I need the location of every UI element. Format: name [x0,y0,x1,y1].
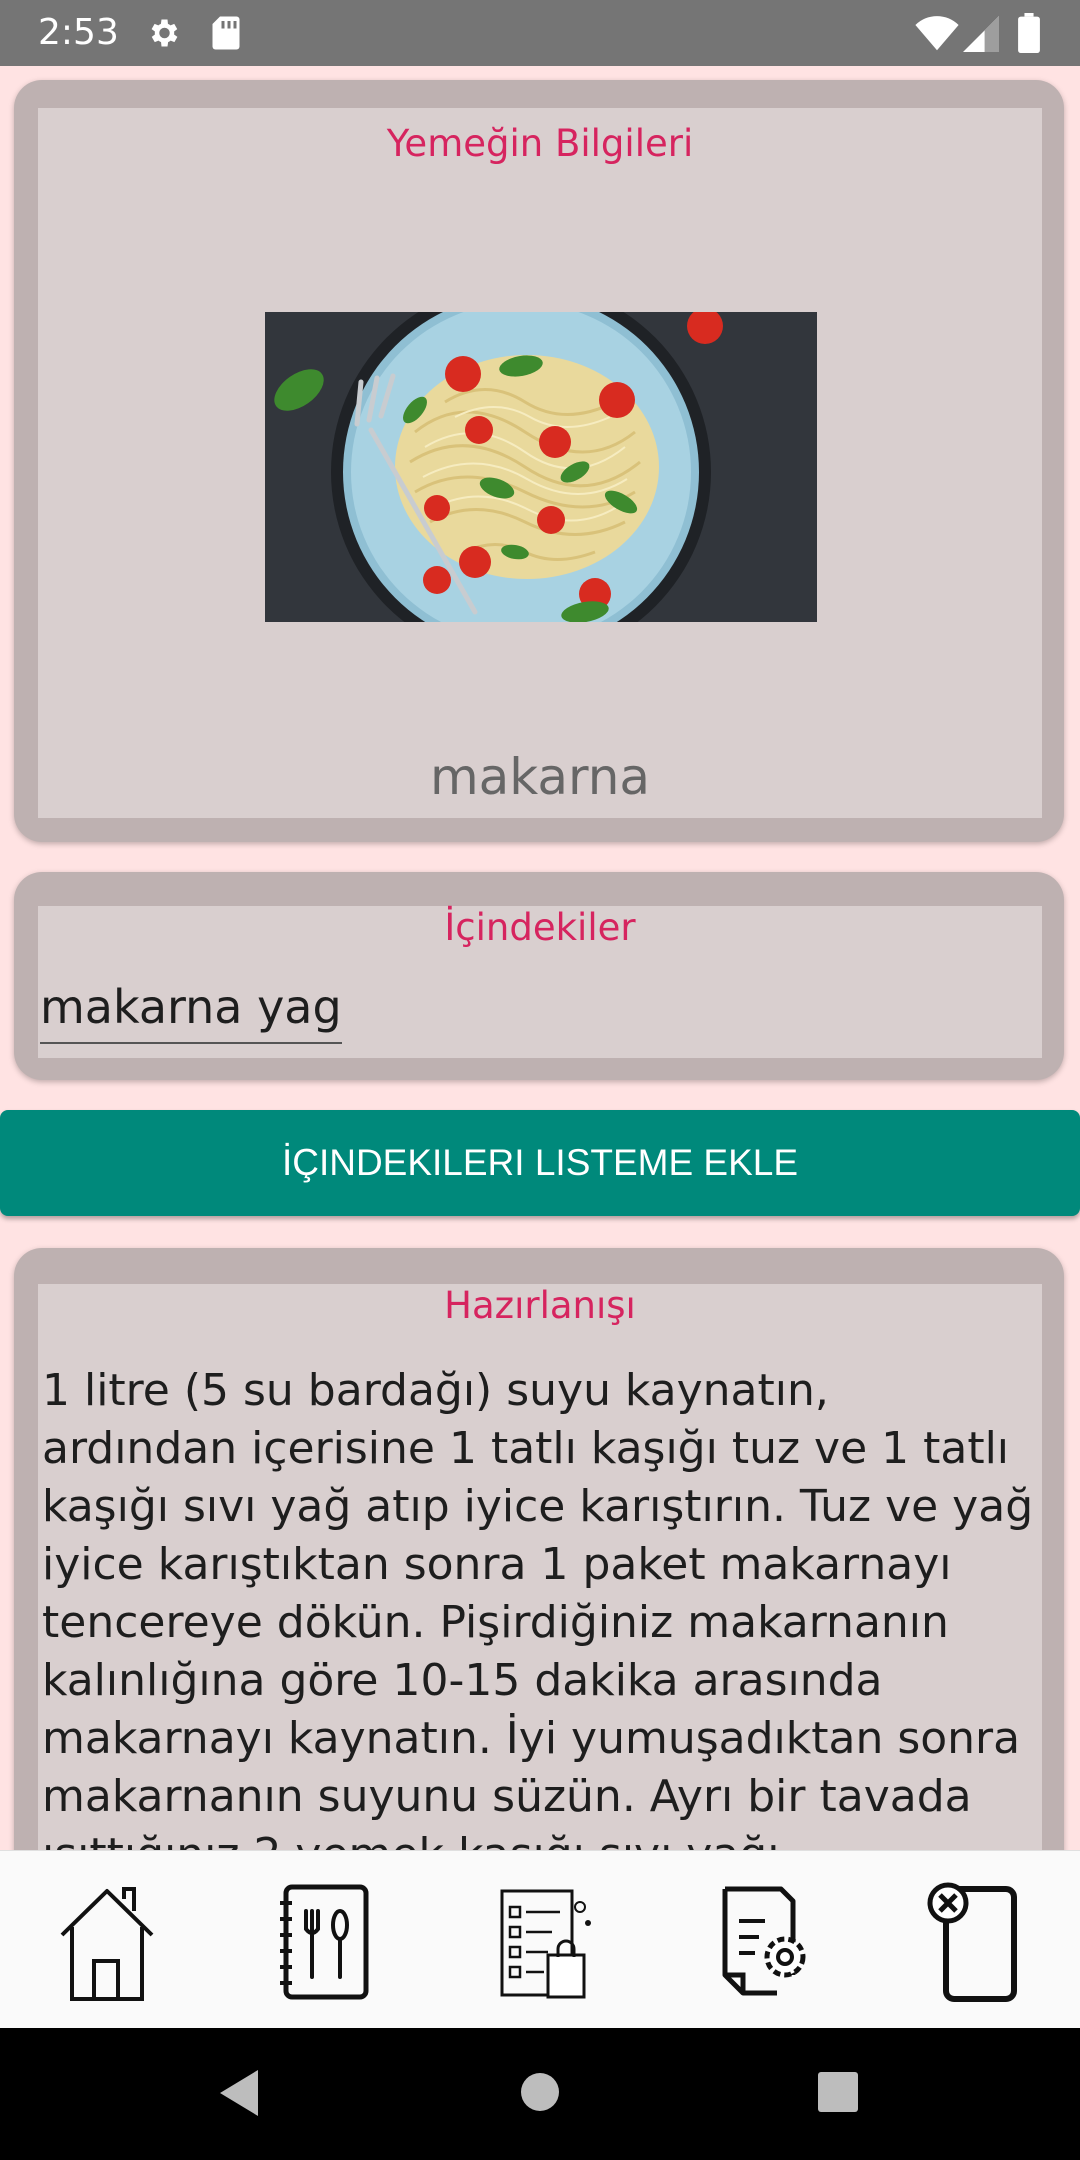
exit-icon [927,1882,1017,2002]
recipe-book-icon [280,1884,369,2000]
ingredients-field[interactable]: makarna yag [40,980,342,1044]
sd-card-icon [212,16,240,50]
gear-icon [151,19,178,47]
food-info-panel: Yemeğin Bilgileri makarna [38,108,1042,818]
nav-exit[interactable] [918,1877,1028,2007]
nav-recipes[interactable] [270,1877,380,2007]
food-info-card: Yemeğin Bilgileri makarna [14,80,1064,842]
home-icon [60,1887,154,2001]
ingredients-title: İçindekiler [444,906,636,949]
settings-document-icon [722,1886,806,1996]
signal-icon [963,16,999,52]
wifi-icon [915,16,959,51]
home-circle-icon[interactable] [520,2072,560,2112]
back-icon[interactable] [218,2068,262,2118]
status-time: 2:53 [38,12,119,53]
nav-home[interactable] [52,1877,162,2007]
preparation-title: Hazırlanışı [444,1284,636,1327]
add-ingredients-to-list-button[interactable]: İÇINDEKILERI LISTEME EKLE [0,1110,1080,1216]
shopping-list-icon [500,1889,591,1999]
recent-apps-icon[interactable] [818,2072,858,2112]
food-name: makarna [429,748,651,806]
ingredients-card: İçindekiler makarna yag [14,872,1064,1080]
system-navigation-bar [0,2028,1080,2160]
battery-icon [1018,13,1040,53]
food-image [265,312,817,622]
status-bar: 2:53 [0,0,1080,66]
food-info-title: Yemeğin Bilgileri [386,122,694,165]
nav-settings[interactable] [703,1877,813,2007]
ingredients-panel: İçindekiler makarna yag [38,906,1042,1058]
nav-shopping-list[interactable] [488,1877,598,2007]
bottom-navigation [0,1850,1080,2029]
